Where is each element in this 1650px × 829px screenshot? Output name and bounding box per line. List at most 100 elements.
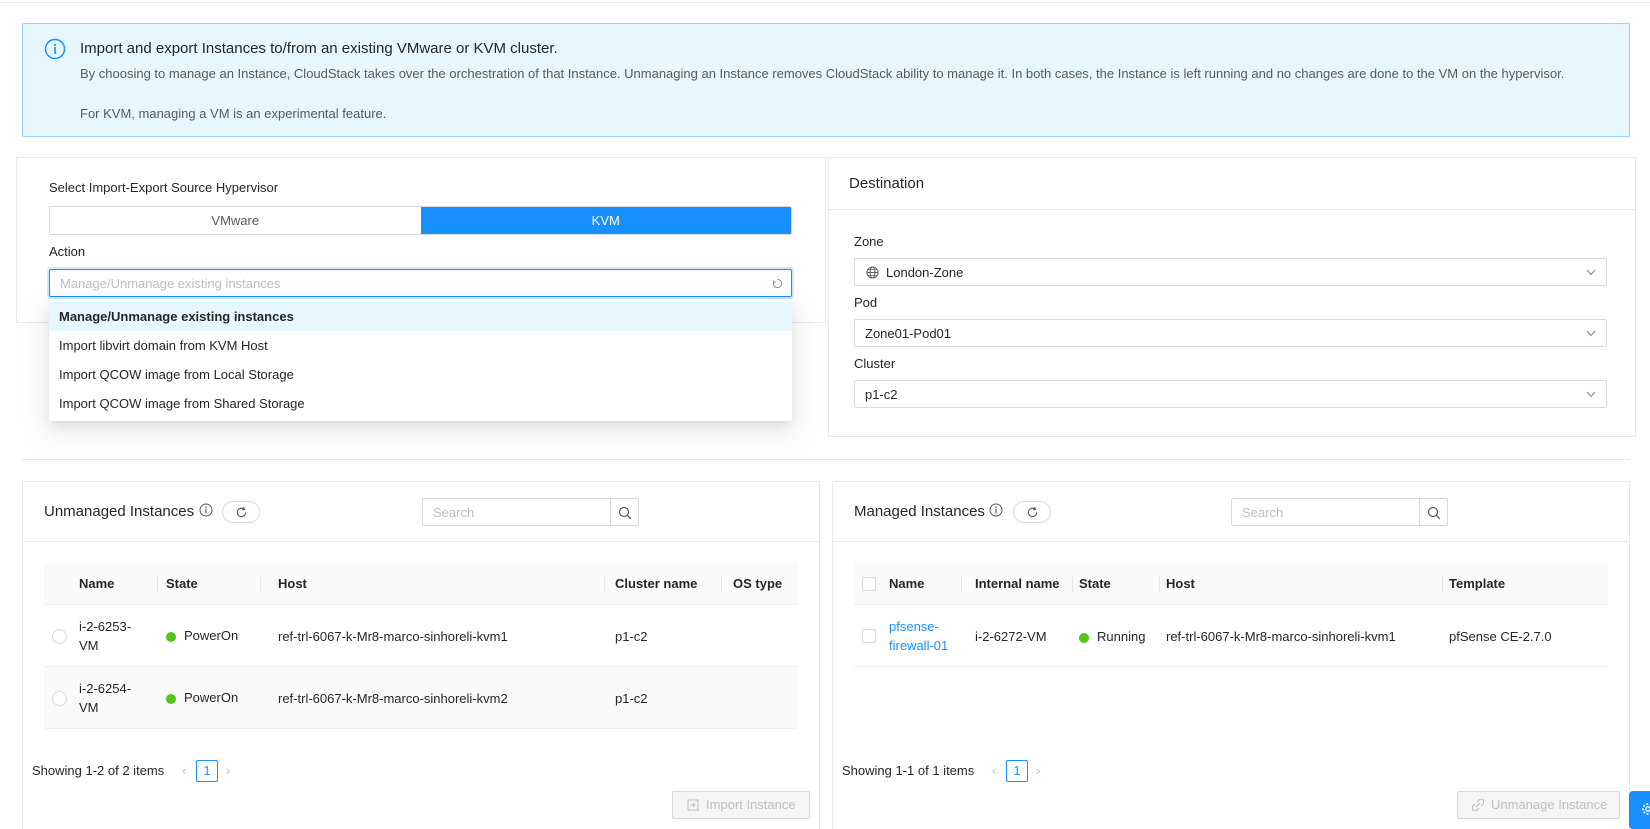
cluster-value: p1-c2 [865,387,898,402]
unmanaged-instances-card: Unmanaged Instances Search Name State Ho… [22,481,820,829]
info-alert: Import and export Instances to/from an e… [22,23,1630,137]
instance-name-line2: VM [79,700,99,715]
table-row[interactable]: pfsense- firewall-01 i-2-6272-VM Running… [854,605,1608,667]
info-circle-icon [44,38,66,60]
instance-name-link[interactable]: pfsense- firewall-01 [889,617,948,655]
col-host[interactable]: Host [1166,563,1195,605]
table-row[interactable]: i-2-6254- VM PowerOn ref-trl-6067-k-Mr8-… [44,667,798,729]
search-icon [1427,506,1441,520]
unmanaged-table-header: Name State Host Cluster name OS type [44,563,798,605]
action-option-import-qcow-local[interactable]: Import QCOW image from Local Storage [49,360,792,389]
col-state[interactable]: State [1079,563,1111,605]
column-separator [1442,575,1443,593]
col-os-type[interactable]: OS type [733,563,782,605]
managed-search-placeholder: Search [1242,505,1284,520]
left-arrow-icon[interactable]: ‹ [182,763,186,778]
column-separator [1159,575,1160,593]
managed-search-input[interactable]: Search [1231,498,1420,526]
action-option-import-qcow-shared[interactable]: Import QCOW image from Shared Storage [49,389,792,418]
column-separator [604,575,605,593]
disconnect-icon [1472,799,1484,811]
row-checkbox[interactable] [862,629,876,643]
settings-float-button[interactable] [1629,791,1650,829]
instance-name-line2: VM [79,638,99,653]
right-arrow-icon[interactable]: › [226,763,230,778]
instance-state: PowerOn [184,628,239,643]
row-radio[interactable] [52,691,67,706]
column-separator [157,575,158,593]
reload-icon [236,506,247,518]
destination-title: Destination [849,175,925,192]
import-instance-button[interactable]: Import Instance [672,791,810,819]
row-radio[interactable] [52,629,67,644]
cluster-label: Cluster [854,356,896,371]
action-option-manage[interactable]: Manage/Unmanage existing instances [49,302,792,331]
action-label: Action [49,244,86,259]
instance-state: Running [1097,629,1146,644]
alert-description: By choosing to manage an Instance, Cloud… [80,66,1565,81]
action-select[interactable]: Manage/Unmanage existing instances [49,269,792,297]
zone-label: Zone [854,234,884,249]
col-host[interactable]: Host [278,563,307,605]
info-icon[interactable] [989,503,1003,517]
right-arrow-icon[interactable]: › [1036,763,1040,778]
managed-table-header: Name Internal name State Host Template [854,563,1608,605]
managed-refresh-button[interactable] [1013,501,1051,523]
managed-search-button[interactable] [1420,498,1448,526]
instance-name-line2: firewall-01 [889,638,949,653]
col-cluster-name[interactable]: Cluster name [615,563,697,605]
zone-select[interactable]: London-Zone [854,258,1607,286]
col-state[interactable]: State [166,563,198,605]
left-arrow-icon[interactable]: ‹ [992,763,996,778]
page-number[interactable]: 1 [196,760,218,782]
hypervisor-option-kvm[interactable]: KVM [420,207,791,234]
col-name[interactable]: Name [79,563,114,605]
cluster-select[interactable]: p1-c2 [854,380,1607,408]
chevron-down-icon [1586,330,1596,337]
instance-host: ref-trl-6067-k-Mr8-marco-sinhoreli-kvm1 [278,629,508,644]
instance-state: PowerOn [184,690,239,705]
global-icon [866,266,879,279]
instance-cluster: p1-c2 [615,691,648,706]
pod-value: Zone01-Pod01 [865,326,952,341]
page-number[interactable]: 1 [1006,760,1028,782]
hypervisor-label: Select Import-Export Source Hypervisor [49,180,279,195]
status-dot [166,632,176,642]
unmanaged-search-placeholder: Search [433,505,475,520]
section-divider [22,459,1630,460]
status-dot [1079,633,1089,643]
select-all-checkbox[interactable] [862,577,876,591]
table-row[interactable]: i-2-6253- VM PowerOn ref-trl-6067-k-Mr8-… [44,605,798,667]
zone-value: London-Zone [886,265,964,280]
action-option-import-libvirt[interactable]: Import libvirt domain from KVM Host [49,331,792,360]
destination-header: Destination [829,158,1635,210]
pagination-summary: Showing 1-1 of 1 items [842,763,975,778]
unmanaged-header: Unmanaged Instances Search [23,482,819,542]
chevron-down-icon [1586,269,1596,276]
action-dropdown-menu: Manage/Unmanage existing instances Impor… [49,300,792,421]
top-divider [0,2,1650,3]
unmanaged-title: Unmanaged Instances [44,503,195,520]
alert-kvm-note: For KVM, managing a VM is an experimenta… [80,106,387,121]
import-icon [687,799,699,811]
col-name[interactable]: Name [889,563,924,605]
col-internal-name[interactable]: Internal name [975,563,1060,605]
unmanaged-search-button[interactable] [611,498,639,526]
pod-select[interactable]: Zone01-Pod01 [854,319,1607,347]
col-template[interactable]: Template [1449,563,1505,605]
managed-header: Managed Instances Search [833,482,1629,542]
unmanaged-refresh-button[interactable] [222,501,260,523]
pagination-summary: Showing 1-2 of 2 items [32,763,165,778]
instance-name: i-2-6253- VM [79,617,131,655]
instance-host: ref-trl-6067-k-Mr8-marco-sinhoreli-kvm1 [1166,629,1396,644]
instance-name: i-2-6254- VM [79,679,131,717]
setting-icon [1642,803,1650,815]
chevron-down-icon [1586,391,1596,398]
action-select-placeholder: Manage/Unmanage existing instances [60,276,281,291]
instance-cluster: p1-c2 [615,629,648,644]
unmanage-instance-button[interactable]: Unmanage Instance [1457,791,1620,819]
hypervisor-option-vmware[interactable]: VMware [50,207,421,234]
unmanaged-search-input[interactable]: Search [422,498,611,526]
alert-title: Import and export Instances to/from an e… [80,40,558,57]
info-icon[interactable] [199,503,213,517]
